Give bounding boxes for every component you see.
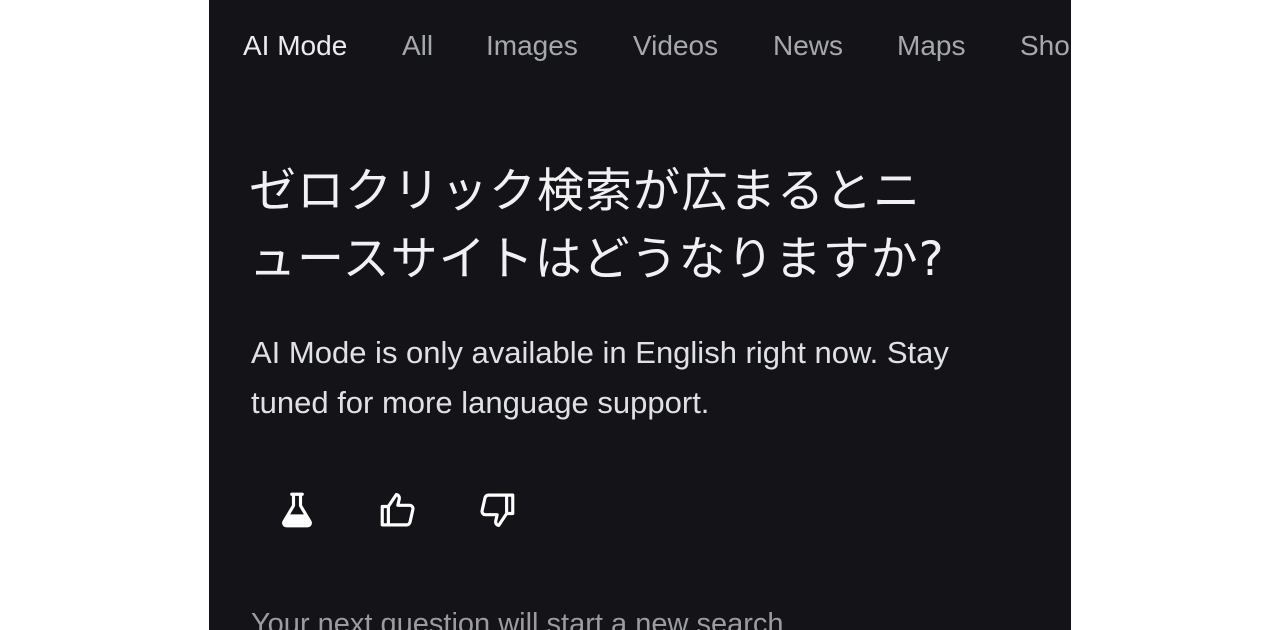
tab-ai-mode[interactable]: AI Mode <box>243 27 347 65</box>
thumbs-up-button[interactable] <box>366 478 430 542</box>
search-query-line-1: ゼロクリック検索が広まるとニ <box>249 164 921 219</box>
search-tabs: AI Mode All Images Videos News Maps Sho <box>209 0 1071 92</box>
search-query-line-2: ュースサイトはどうなりますか? <box>249 232 945 287</box>
thumbs-down-button[interactable] <box>465 478 529 542</box>
thumbs-down-icon <box>476 489 518 531</box>
availability-notice: AI Mode is only available in English rig… <box>251 328 1031 428</box>
flask-icon <box>276 489 318 531</box>
tab-maps[interactable]: Maps <box>897 27 965 65</box>
search-query: ゼロクリック検索が広まるとニ ュースサイトはどうなりますか? <box>249 158 1009 294</box>
availability-notice-line-2: tuned for more language support. <box>251 385 710 420</box>
new-search-note: Your next question will start a new sear… <box>251 608 784 630</box>
tab-all[interactable]: All <box>402 27 433 65</box>
feedback-actions <box>209 478 1071 542</box>
tab-news[interactable]: News <box>773 27 843 65</box>
availability-notice-line-1: AI Mode is only available in English rig… <box>251 335 949 370</box>
tab-shopping[interactable]: Sho <box>1020 27 1070 65</box>
thumbs-up-icon <box>377 489 419 531</box>
phone-screen: AI Mode All Images Videos News Maps Sho … <box>209 0 1071 630</box>
tab-images[interactable]: Images <box>486 27 578 65</box>
tab-videos[interactable]: Videos <box>633 27 718 65</box>
labs-button[interactable] <box>265 478 329 542</box>
